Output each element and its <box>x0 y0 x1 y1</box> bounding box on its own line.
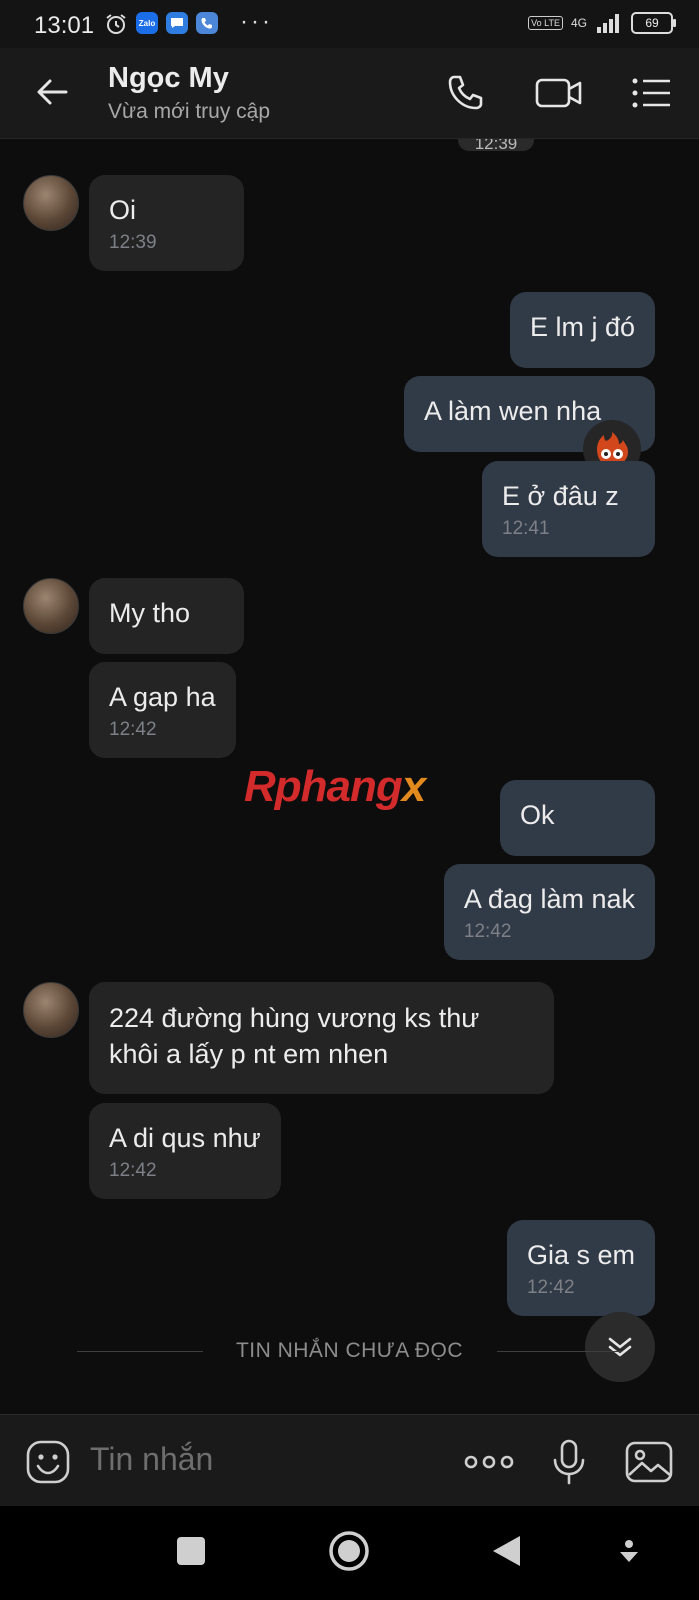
divider-line <box>497 1351 622 1352</box>
message-bubble[interactable]: Ok <box>500 780 655 856</box>
volte-badge: Vo LTE <box>528 16 563 30</box>
watermark-logo: Rphangx <box>244 762 426 811</box>
zalo-icon: Zalo <box>136 12 158 34</box>
nav-dropdown-icon[interactable] <box>618 1538 640 1566</box>
message-bubble[interactable]: Gia s em 12:42 <box>506 1220 655 1316</box>
image-gallery-icon[interactable] <box>624 1437 674 1487</box>
message-bubble[interactable]: My tho <box>89 578 244 654</box>
status-system-icons: Vo LTE 4G 69 <box>528 12 676 34</box>
contact-avatar[interactable] <box>23 982 79 1038</box>
message-bubble[interactable]: 224 đường hùng vương ks thư khôi a lấy p… <box>89 982 554 1094</box>
time-separator: 12:39 <box>458 139 534 151</box>
recents-square-icon[interactable] <box>174 1534 208 1568</box>
menu-list-icon[interactable] <box>630 72 672 114</box>
home-circle-icon[interactable] <box>328 1530 370 1572</box>
phone-app-icon <box>196 12 218 34</box>
message-bubble[interactable]: A di qus như 12:42 <box>89 1103 281 1199</box>
status-time: 13:01 <box>34 12 95 39</box>
system-navigation-bar <box>0 1506 699 1600</box>
message-bubble[interactable]: E ở đâu z 12:41 <box>482 461 655 557</box>
contact-avatar[interactable] <box>23 175 79 231</box>
microphone-icon[interactable] <box>544 1437 594 1487</box>
contact-name[interactable]: Ngọc My <box>108 62 229 95</box>
presence-status: Vừa mới truy cập <box>108 100 271 123</box>
message-input[interactable]: Tin nhắn <box>90 1441 213 1478</box>
video-call-icon[interactable] <box>534 72 584 114</box>
contact-avatar[interactable] <box>23 578 79 634</box>
chat-header: Ngọc My Vừa mới truy cập <box>0 48 699 139</box>
status-overflow: ··· <box>240 8 273 35</box>
messages-icon <box>166 12 188 34</box>
signal-icon <box>597 14 619 33</box>
phone-icon[interactable] <box>444 72 486 114</box>
status-notification-icons: Zalo <box>104 12 218 36</box>
more-options-icon[interactable] <box>462 1437 516 1487</box>
message-composer: Tin nhắn <box>0 1414 699 1507</box>
unread-divider: TIN NHẮN CHƯA ĐỌC <box>77 1337 622 1367</box>
network-type: 4G <box>570 16 587 30</box>
back-arrow-icon[interactable] <box>34 74 70 110</box>
battery-indicator: 69 <box>631 12 676 34</box>
alarm-icon <box>106 14 126 34</box>
back-triangle-icon[interactable] <box>490 1534 524 1568</box>
message-list[interactable]: 12:39 Oi 12:39 E lm j đó A làm wen nha E… <box>0 139 699 1414</box>
message-bubble[interactable]: Oi 12:39 <box>89 175 244 271</box>
emoji-sticker-icon[interactable] <box>25 1439 71 1485</box>
message-bubble[interactable]: A gap ha 12:42 <box>89 662 236 758</box>
message-bubble[interactable]: A đag làm nak 12:42 <box>443 864 655 960</box>
message-bubble[interactable]: E lm j đó <box>509 292 655 368</box>
status-bar: 13:01 Zalo ··· Vo LTE 4G 69 <box>0 0 699 48</box>
